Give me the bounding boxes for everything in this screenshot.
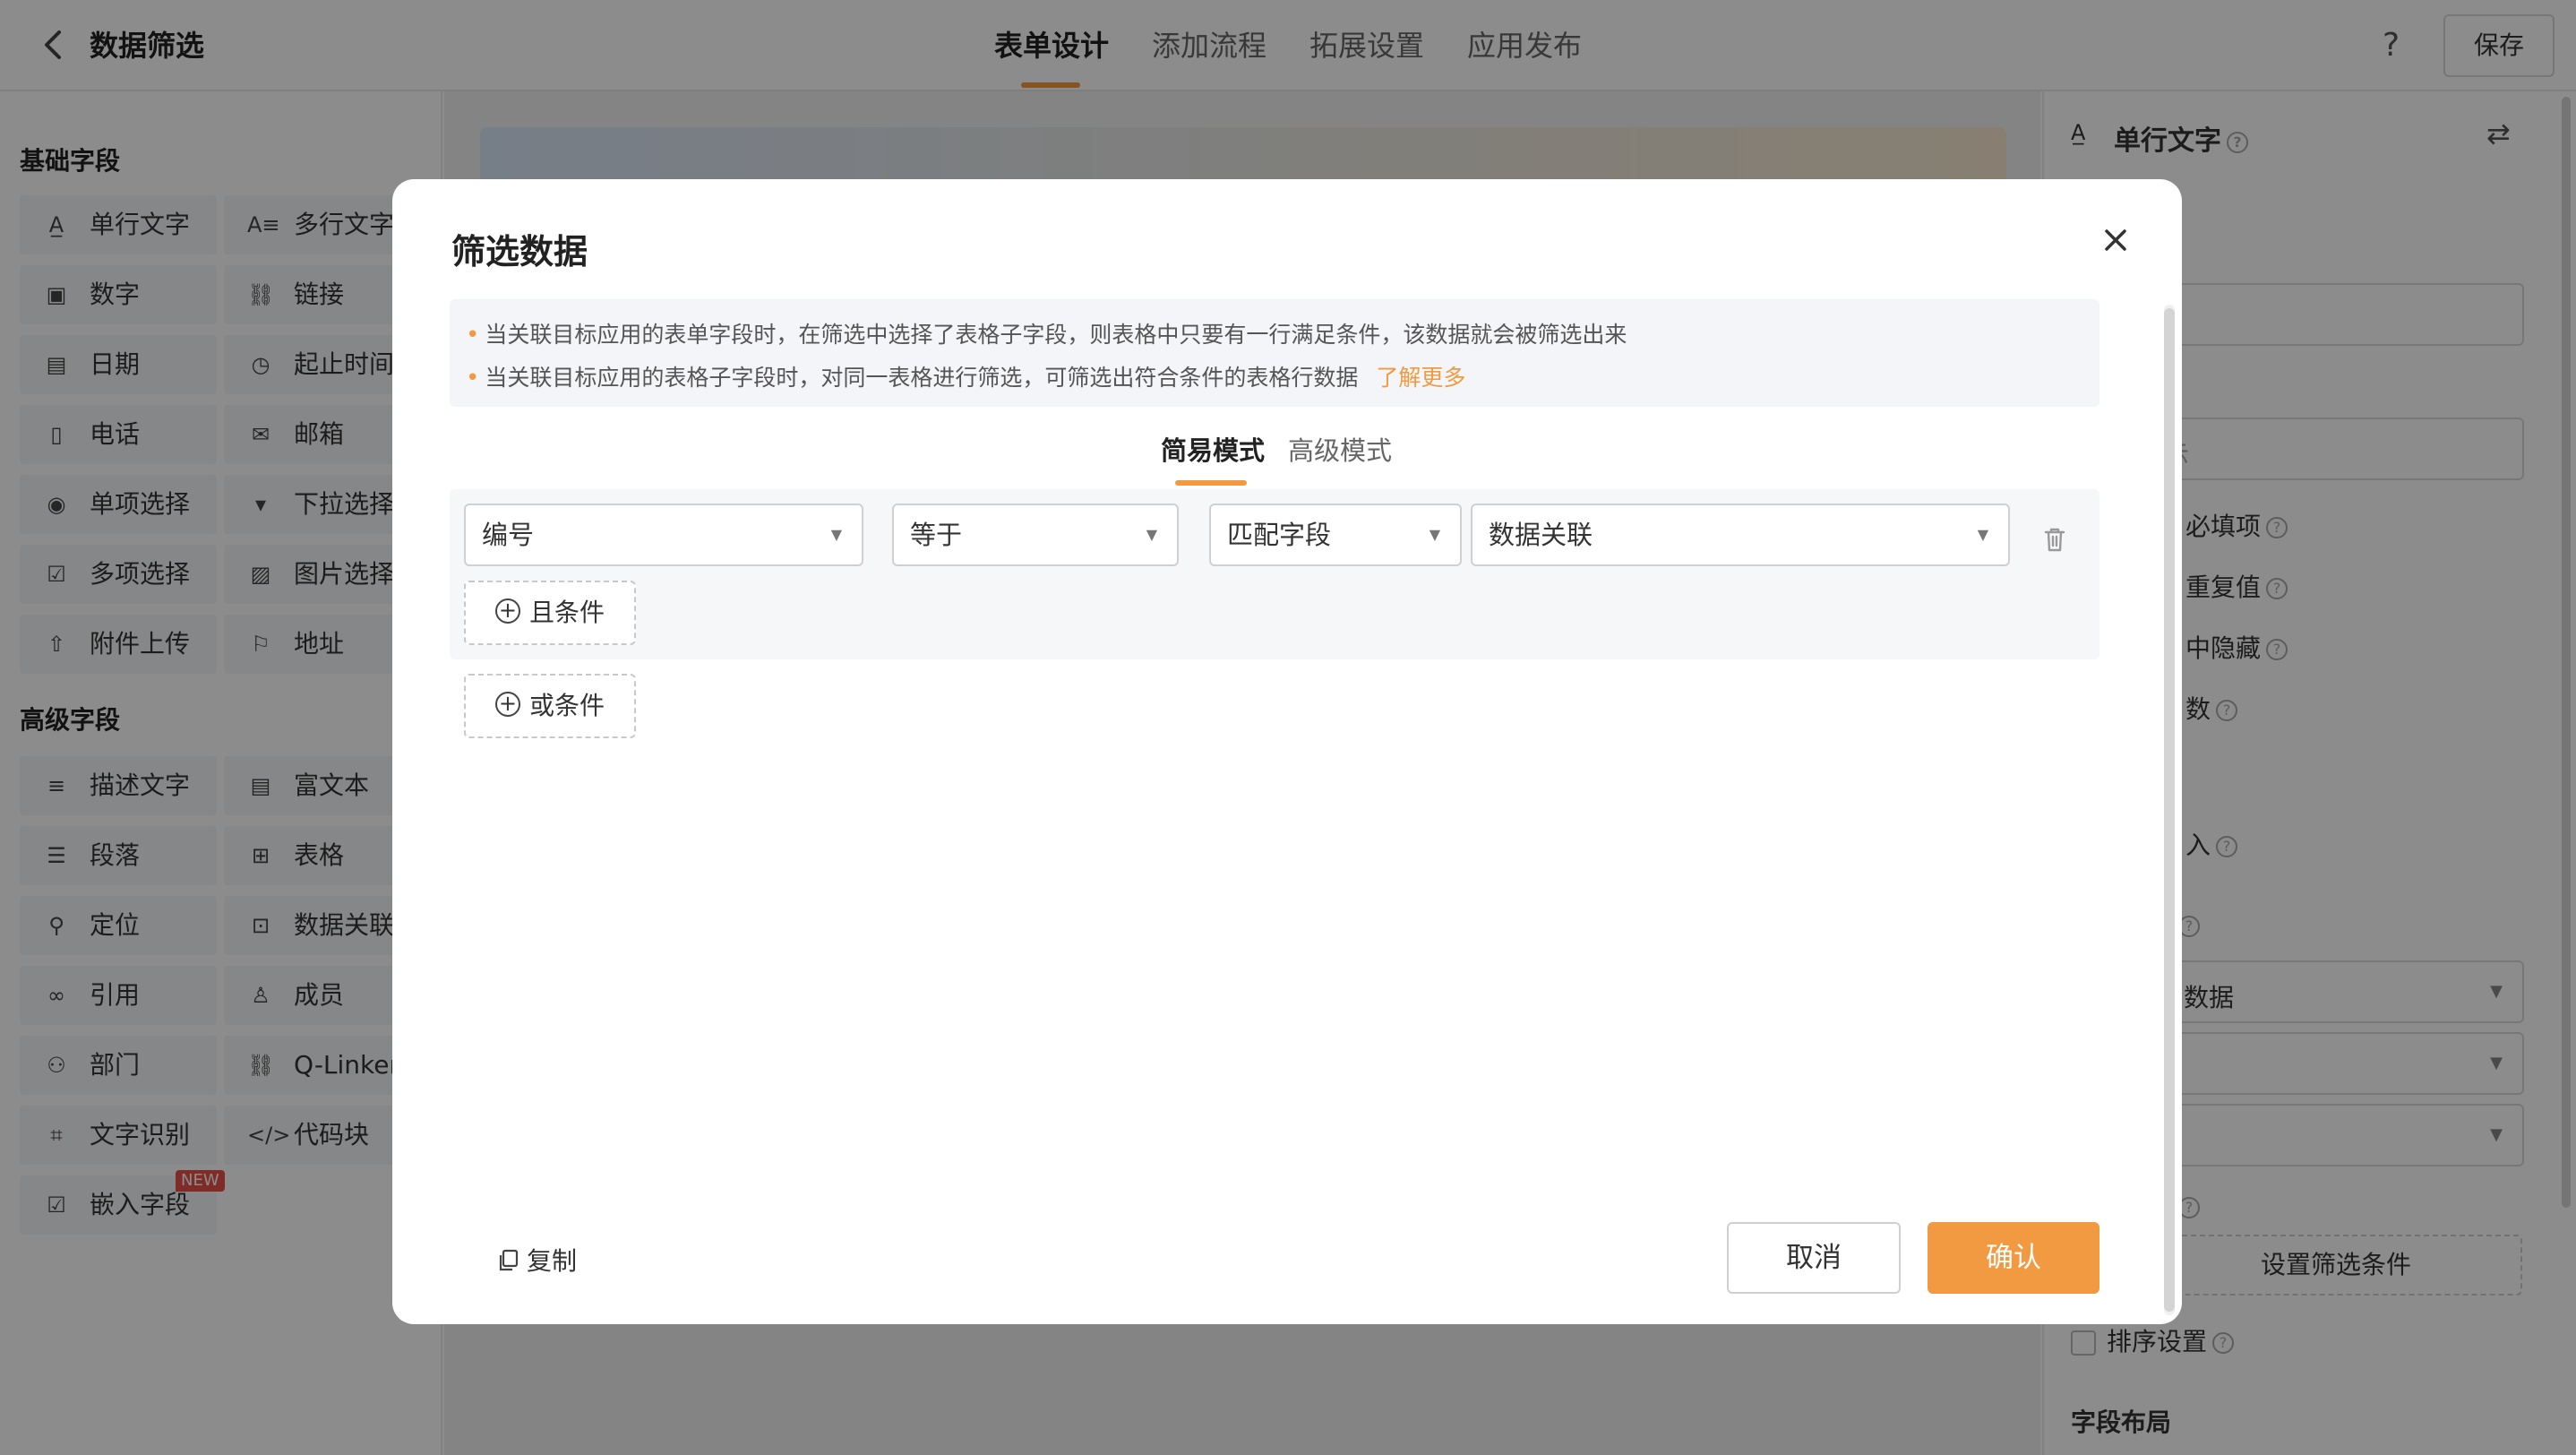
caret-down-icon: ▼ <box>830 526 842 543</box>
caret-down-icon: ▼ <box>1146 526 1157 543</box>
copy-icon <box>499 1249 519 1271</box>
condition-value-select[interactable]: 数据关联 ▼ <box>1471 504 2010 566</box>
learn-more-link[interactable]: 了解更多 <box>1376 365 1465 391</box>
condition-field-select[interactable]: 编号 ▼ <box>464 504 863 566</box>
trash-icon[interactable] <box>2039 523 2071 555</box>
tip-line: • 当关联目标应用的表格子字段时，对同一表格进行筛选，可筛选出符合条件的表格行数据… <box>466 365 1466 392</box>
copy-button[interactable]: 复制 <box>498 1242 577 1278</box>
caret-down-icon: ▼ <box>1429 526 1440 543</box>
condition-operator-select[interactable]: 等于 ▼ <box>892 504 1179 566</box>
plus-circle-icon: + <box>494 598 520 624</box>
plus-circle-icon: + <box>494 692 520 717</box>
cancel-button[interactable]: 取消 <box>1727 1222 1901 1294</box>
tip-line: • 当关联目标应用的表单字段时，在筛选中选择了表格子字段，则表格中只要有一行满足条… <box>466 322 1627 349</box>
confirm-button[interactable]: 确认 <box>1928 1222 2099 1294</box>
add-or-condition-button[interactable]: + 或条件 <box>464 674 636 738</box>
tips-box: • 当关联目标应用的表单字段时，在筛选中选择了表格子字段，则表格中只要有一行满足条… <box>450 299 2099 407</box>
caret-down-icon: ▼ <box>1977 526 1988 543</box>
add-and-condition-button[interactable]: + 且条件 <box>464 581 636 645</box>
tab-simple-mode[interactable]: 简易模式 <box>1161 430 1265 468</box>
close-icon[interactable] <box>2094 219 2137 262</box>
active-tab-indicator <box>1175 480 1247 486</box>
scrollbar[interactable] <box>2164 308 2175 1312</box>
dialog-title: 筛选数据 <box>451 232 588 271</box>
filter-data-dialog: 筛选数据 • 当关联目标应用的表单字段时，在筛选中选择了表格子字段，则表格中只要有… <box>392 179 2182 1324</box>
condition-value-type-select[interactable]: 匹配字段 ▼ <box>1209 504 1462 566</box>
tab-advanced-mode[interactable]: 高级模式 <box>1288 430 1392 468</box>
